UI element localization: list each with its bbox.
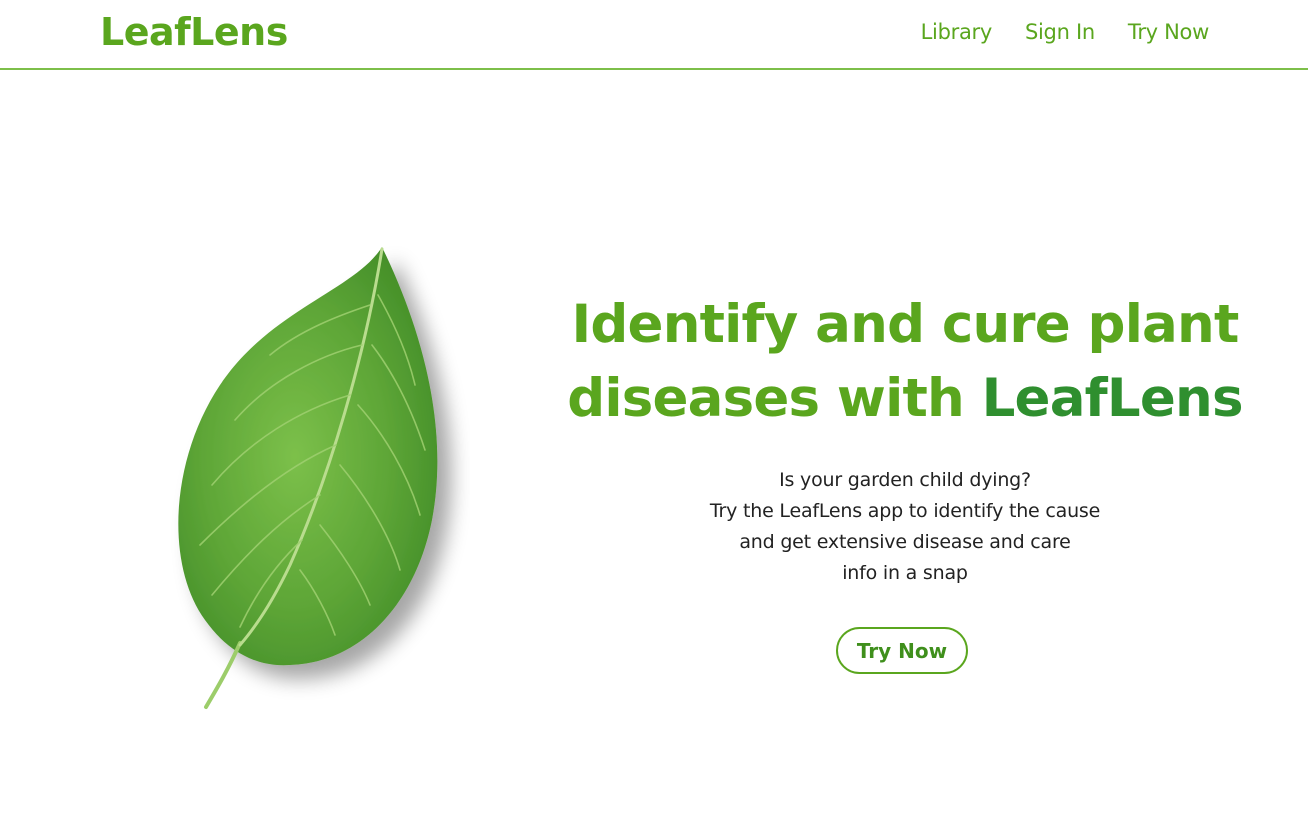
hero-description: Is your garden child dying? Try the Leaf… bbox=[605, 465, 1205, 589]
hero-description-line: and get extensive disease and care bbox=[739, 531, 1071, 553]
hero-title-brand: LeafLens bbox=[981, 368, 1244, 429]
hero-description-line: Try the LeafLens app to identify the cau… bbox=[709, 500, 1101, 522]
nav-link-try-now[interactable]: Try Now bbox=[1128, 20, 1209, 44]
nav-link-library[interactable]: Library bbox=[921, 20, 993, 44]
main-nav: Library Sign In Try Now bbox=[921, 20, 1210, 44]
hero-leaf-image bbox=[150, 235, 470, 725]
leaf-icon bbox=[178, 247, 438, 709]
hero-description-line: Is your garden child dying? bbox=[779, 469, 1031, 491]
hero-title: Identify and cure plant diseases with Le… bbox=[555, 288, 1255, 436]
site-header: LeafLens Library Sign In Try Now bbox=[0, 0, 1308, 70]
try-now-button[interactable]: Try Now bbox=[836, 627, 968, 674]
hero-description-line: info in a snap bbox=[842, 562, 968, 584]
nav-link-sign-in[interactable]: Sign In bbox=[1025, 20, 1095, 44]
site-logo[interactable]: LeafLens bbox=[100, 10, 288, 54]
